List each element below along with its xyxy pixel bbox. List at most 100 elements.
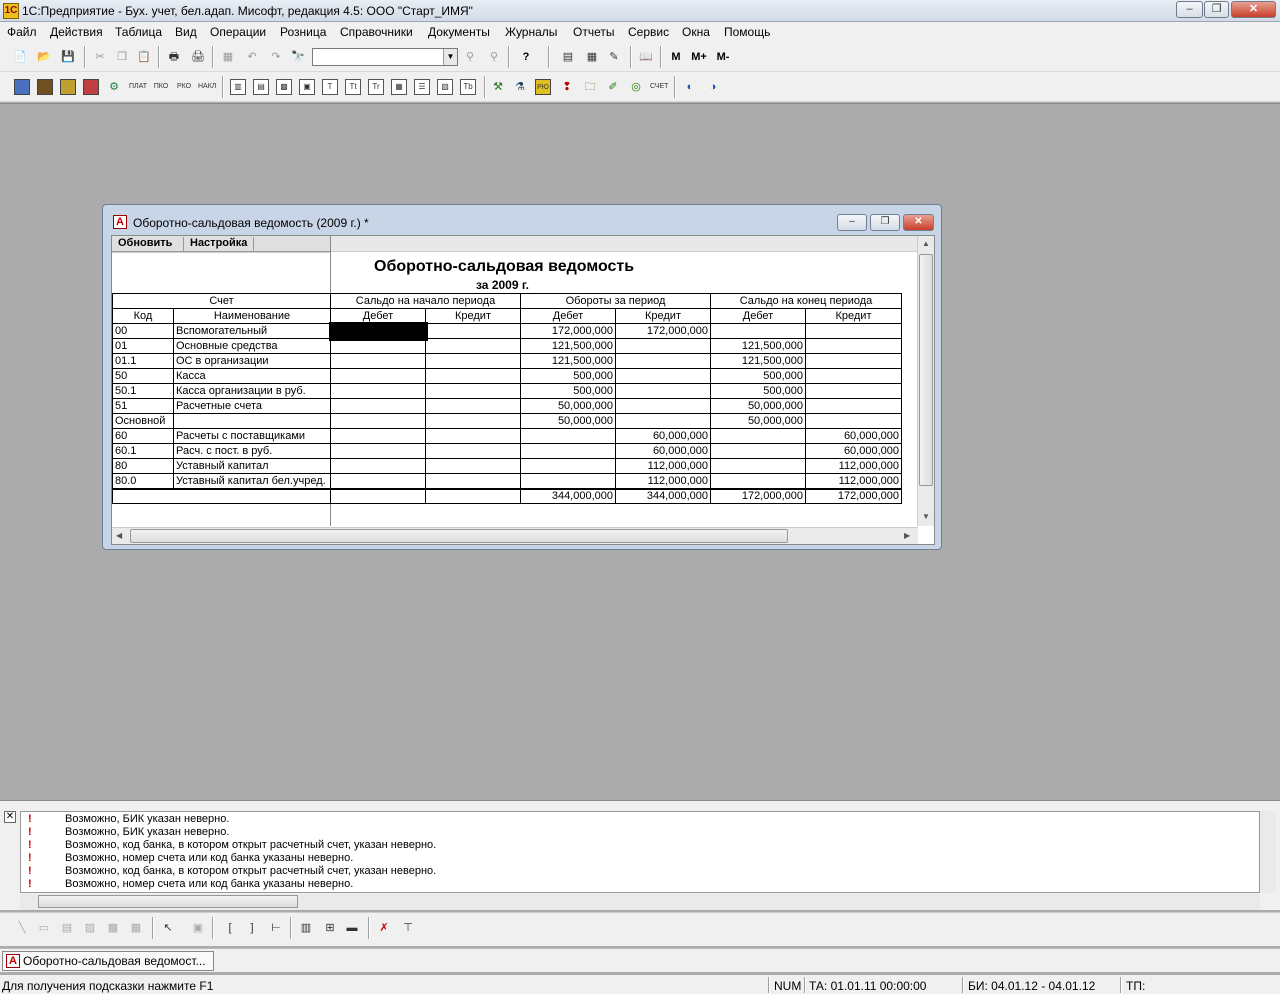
menu-reports[interactable]: Отчеты [573,25,614,39]
turnover-credit-cell[interactable] [615,338,711,354]
alert-icon[interactable]: ❢ [559,79,575,95]
vertical-scroll-thumb[interactable] [919,254,933,486]
message-horizontal-thumb[interactable] [38,895,298,908]
total-opening-debit[interactable] [330,487,426,504]
account-name-cell[interactable]: Уставный капитал бел.учред. [173,473,331,489]
turnover-credit-cell[interactable]: 112,000,000 [615,473,711,489]
closing-credit-cell[interactable] [805,338,902,354]
help-icon[interactable]: ? [518,49,534,65]
memory-button[interactable]: M [668,49,684,65]
total-closing-debit[interactable]: 172,000,000 [710,487,806,504]
turnover-debit-cell[interactable] [520,458,616,474]
globe-icon[interactable]: ◎ [628,79,644,95]
no-grid-icon[interactable]: ✗ [376,920,392,936]
report-analysis-icon[interactable]: ▧ [437,79,453,95]
turnover-debit-cell[interactable]: 50,000,000 [520,413,616,429]
account-code-cell[interactable]: 50.1 [112,383,174,399]
invoice-icon[interactable]: НАКЛ [198,79,216,95]
total-opening-credit[interactable] [425,487,521,504]
account-code-cell[interactable]: 00 [112,323,174,339]
tools-icon[interactable]: ⚒ [490,79,506,95]
cash-receipt-icon[interactable]: ПКО [152,79,170,95]
menu-help[interactable]: Помощь [724,25,770,39]
opening-debit-cell[interactable] [330,413,426,429]
maximize-button[interactable]: ❐ [1204,1,1229,18]
account-name-cell[interactable]: Вспомогательный [173,323,331,339]
turnover-credit-cell[interactable]: 60,000,000 [615,443,711,459]
menu-windows[interactable]: Окна [682,25,710,39]
closing-debit-cell[interactable]: 121,500,000 [710,338,806,354]
turnover-debit-cell[interactable]: 121,500,000 [520,338,616,354]
account-code-cell[interactable]: 60.1 [112,443,174,459]
turnover-debit-cell[interactable] [520,443,616,459]
cash-expense-icon[interactable]: РКО [175,79,193,95]
opening-debit-cell[interactable] [330,353,426,369]
headers-icon[interactable]: ⊤ [400,920,416,936]
text-editor-icon[interactable]: ✎ [606,49,622,65]
closing-debit-cell[interactable]: 500,000 [710,368,806,384]
closing-credit-cell[interactable]: 60,000,000 [805,443,902,459]
closing-credit-cell[interactable] [805,323,902,339]
select-pointer-icon[interactable]: ↖ [160,920,176,936]
find-next-icon[interactable]: ⚲ [462,49,478,65]
typical-operations-icon[interactable]: ⚙ [106,79,122,95]
opening-credit-cell[interactable] [425,398,521,414]
report-close-button[interactable]: ✕ [903,214,934,231]
menu-journals[interactable]: Журналы [505,25,557,39]
chart-of-accounts-icon[interactable] [14,79,30,95]
turnover-credit-cell[interactable]: 60,000,000 [615,428,711,444]
closing-debit-cell[interactable] [710,443,806,459]
entries-journal-icon[interactable] [60,79,76,95]
open-icon[interactable]: 📂 [36,49,52,65]
print-preview-icon[interactable]: 🖨 [190,49,206,65]
opening-credit-cell[interactable] [425,473,521,489]
total-closing-credit[interactable]: 172,000,000 [805,487,902,504]
account-code-cell[interactable]: 51 [112,398,174,414]
redo-icon[interactable]: ↷ [268,49,284,65]
search-combobox[interactable]: ▼ [312,48,458,66]
opening-debit-cell[interactable] [330,338,426,354]
opening-credit-cell[interactable] [425,368,521,384]
message-horizontal-scrollbar[interactable] [20,894,1260,910]
account-code-cell[interactable]: 50 [112,368,174,384]
find-prev-icon[interactable]: ⚲ [486,49,502,65]
memory-minus-button[interactable]: M- [712,49,734,65]
account-code-cell[interactable]: Основной [112,413,174,429]
horizontal-scroll-thumb[interactable] [130,529,788,543]
ruler-icon[interactable]: ▬ [344,920,360,936]
account-name-cell[interactable]: Расчетные счета [173,398,331,414]
opening-credit-cell[interactable] [425,458,521,474]
book-icon[interactable]: 📖 [638,49,654,65]
scroll-down-icon[interactable]: ▼ [922,512,930,521]
closing-debit-cell[interactable]: 121,500,000 [710,353,806,369]
turnover-credit-cell[interactable] [615,398,711,414]
turnover-debit-cell[interactable]: 500,000 [520,368,616,384]
account-code-cell[interactable]: 80 [112,458,174,474]
1c-icon[interactable]: РЮ [535,79,551,95]
line-tool-icon[interactable]: ╲ [14,920,30,936]
closing-credit-cell[interactable]: 112,000,000 [805,458,902,474]
menu-operations[interactable]: Операции [210,25,266,39]
invoice-account-icon[interactable]: СЧЕТ [650,79,668,95]
taskbar-item-report[interactable]: A Оборотно-сальдовая ведомост... [2,951,214,971]
opening-debit-cell[interactable] [330,428,426,444]
closing-credit-cell[interactable] [805,398,902,414]
opening-credit-cell[interactable] [425,353,521,369]
documents-journal-icon[interactable] [83,79,99,95]
menu-table[interactable]: Таблица [115,25,162,39]
opening-debit-cell[interactable] [330,473,426,489]
opening-debit-cell[interactable] [330,368,426,384]
account-name-cell[interactable]: Основные средства [173,338,331,354]
turnover-credit-cell[interactable] [615,368,711,384]
chevron-down-icon[interactable]: ▼ [443,49,457,65]
account-name-cell[interactable]: Расч. с пост. в руб. [173,443,331,459]
opening-credit-cell[interactable] [425,323,521,339]
closing-debit-cell[interactable]: 50,000,000 [710,413,806,429]
account-code-cell[interactable]: 80.0 [112,473,174,489]
report-ta-icon[interactable]: Tt [345,79,361,95]
opening-credit-cell[interactable] [425,413,521,429]
align-icon[interactable]: ⊢ [268,920,284,936]
menu-retail[interactable]: Розница [280,25,326,39]
ole-tool-icon[interactable]: ▩ [105,920,121,936]
report-vertical-scrollbar[interactable]: ▲ ▼ [917,236,934,526]
